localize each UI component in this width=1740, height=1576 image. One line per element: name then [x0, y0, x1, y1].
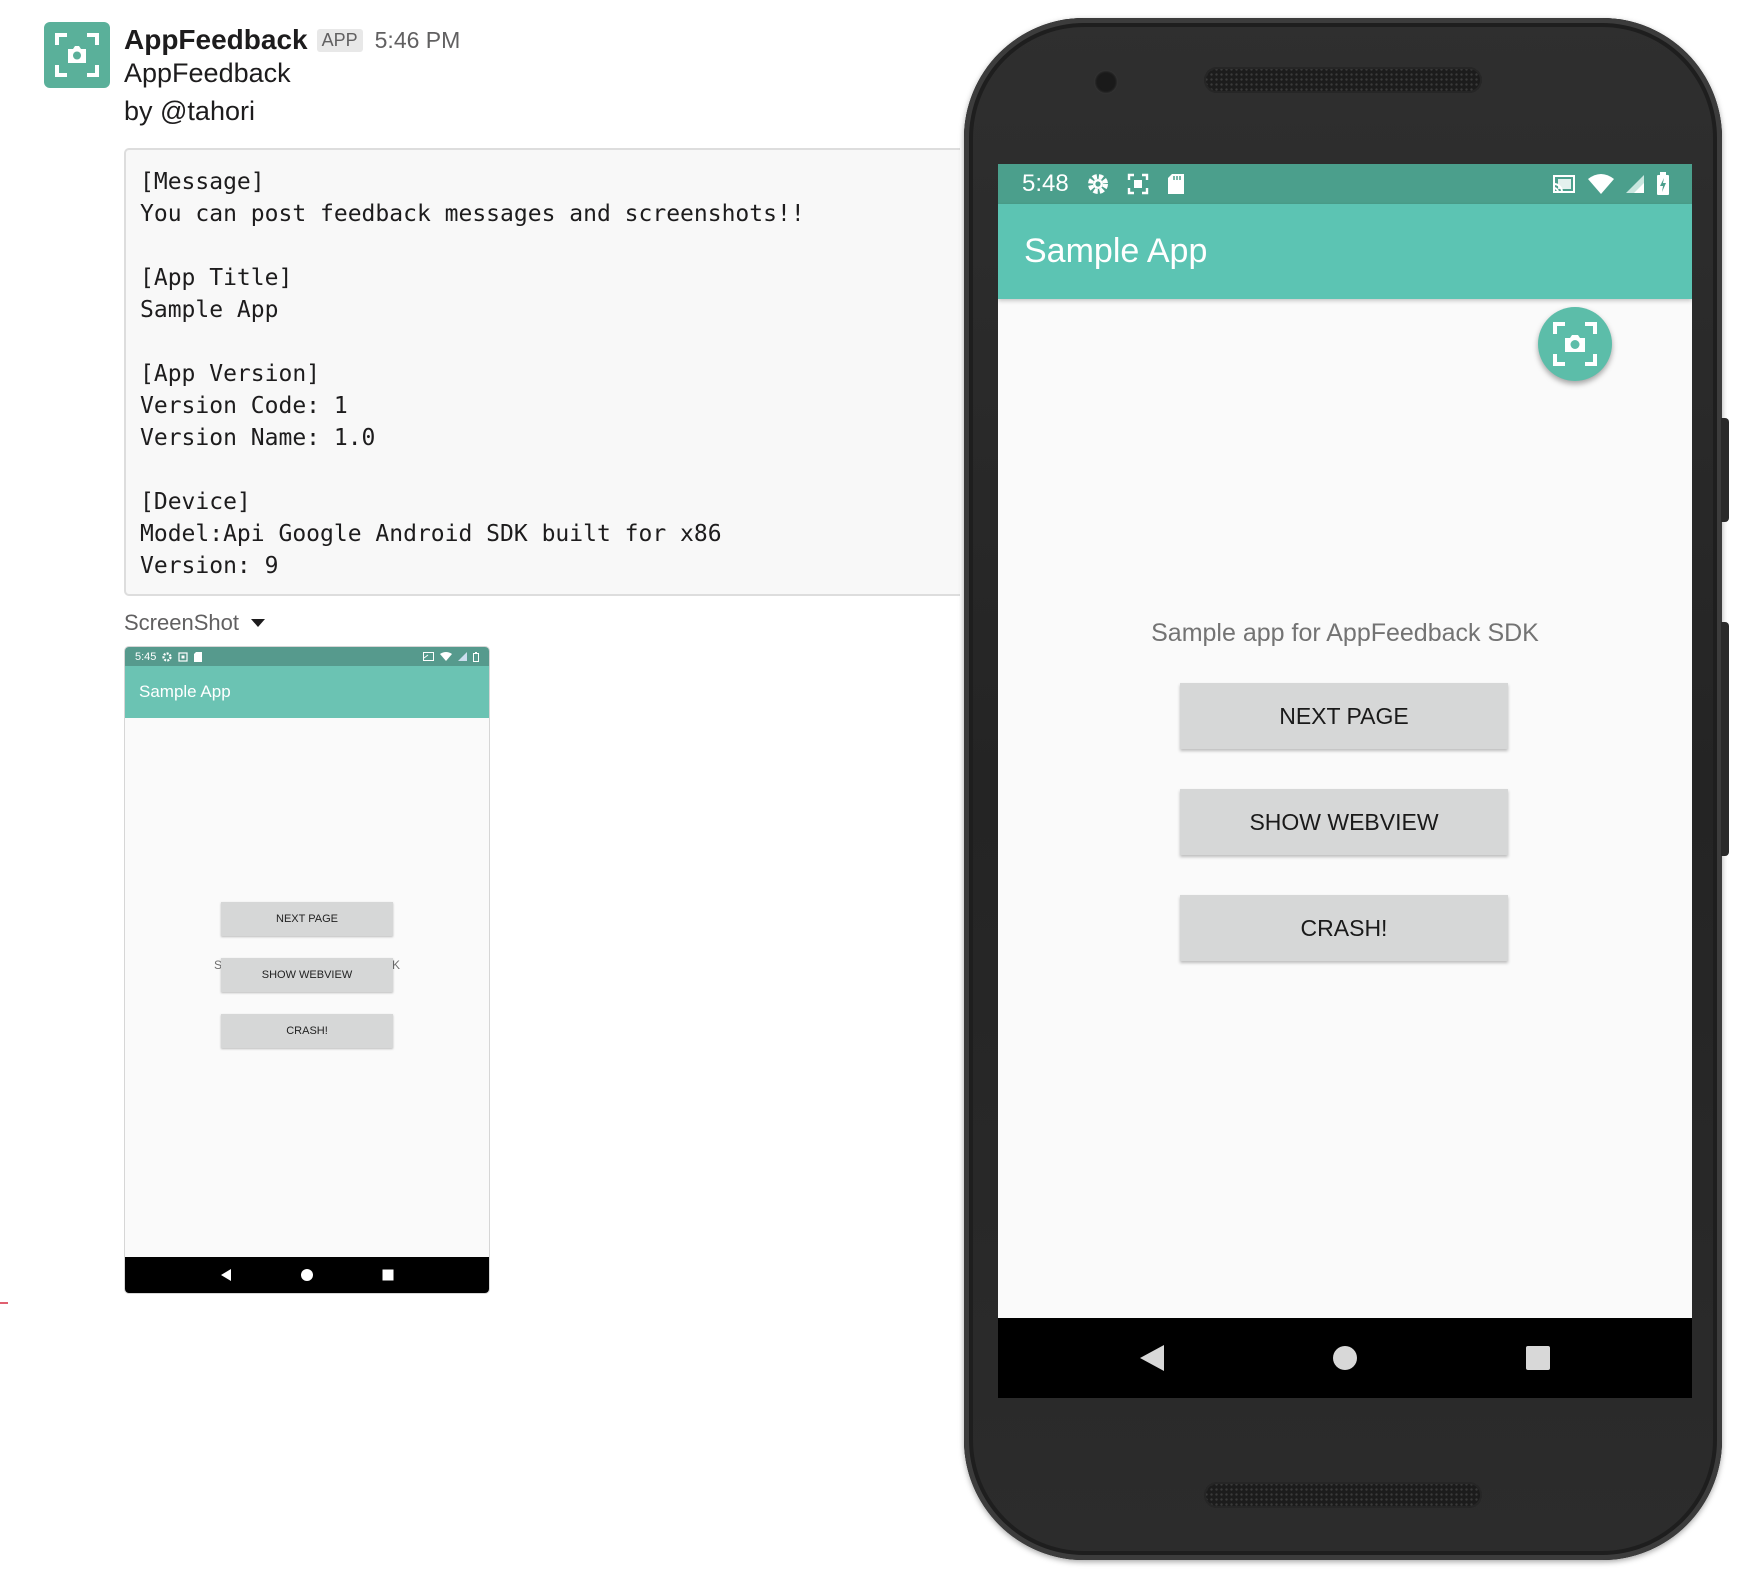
attachment-header[interactable]: ScreenShot	[124, 608, 265, 638]
status-time: 5:48	[1022, 170, 1069, 197]
screenshot-icon	[178, 651, 189, 662]
home-icon[interactable]	[1331, 1344, 1359, 1372]
app-avatar[interactable]	[44, 22, 110, 88]
attachment-title: ScreenShot	[124, 610, 239, 635]
message-header: AppFeedback APP 5:46 PM	[124, 20, 460, 60]
settings-icon	[162, 651, 173, 662]
back-icon	[220, 1269, 231, 1281]
phone-screen: 5:48 Sample App Sample app for AppFeedba…	[998, 164, 1692, 1398]
navigation-bar	[998, 1318, 1692, 1398]
power-button[interactable]	[1721, 418, 1729, 522]
next-page-button[interactable]: NEXT PAGE	[1180, 683, 1508, 749]
thumb-show-webview-button: SHOW WEBVIEW	[221, 958, 393, 992]
thumb-next-page-button: NEXT PAGE	[221, 902, 393, 936]
message-author-line: by @tahori	[124, 96, 255, 126]
battery-icon	[473, 651, 479, 662]
cast-icon	[423, 652, 434, 661]
thumb-app-title: Sample App	[139, 682, 231, 701]
thumb-crash-button: CRASH!	[221, 1014, 393, 1048]
body-text: Sample app for AppFeedback SDK	[1151, 619, 1539, 647]
screenshot-icon	[1127, 173, 1148, 195]
app-content: Sample app for AppFeedback SDK NEXT PAGE…	[998, 299, 1692, 1318]
divider-mark	[0, 1302, 8, 1304]
wifi-icon	[1588, 174, 1614, 194]
app-bar: Sample App	[998, 204, 1692, 299]
message-text-line: AppFeedback	[124, 58, 291, 88]
cast-icon	[1553, 175, 1575, 193]
back-icon[interactable]	[1138, 1343, 1166, 1373]
settings-icon	[1087, 174, 1108, 194]
front-camera	[1094, 70, 1118, 94]
camera-scan-icon	[55, 33, 99, 77]
signal-icon	[1626, 175, 1644, 193]
thumb-status-time: 5:45	[135, 650, 157, 663]
message-timestamp[interactable]: 5:46 PM	[375, 27, 461, 54]
thumb-nav-bar	[125, 1257, 489, 1293]
app-badge: APP	[316, 28, 363, 52]
show-webview-button[interactable]: SHOW WEBVIEW	[1180, 789, 1508, 855]
recents-icon	[382, 1269, 394, 1281]
earpiece-speaker	[1204, 67, 1482, 93]
sender-name[interactable]: AppFeedback	[124, 24, 308, 56]
feedback-code-block: [Message] You can post feedback messages…	[124, 148, 1064, 596]
recents-icon[interactable]	[1524, 1344, 1552, 1372]
thumb-app-bar: Sample App	[125, 666, 489, 718]
wifi-icon	[440, 652, 452, 661]
bottom-speaker	[1204, 1482, 1482, 1508]
crash-button[interactable]: CRASH!	[1180, 895, 1508, 961]
status-bar: 5:48	[998, 164, 1692, 204]
screenshot-thumbnail[interactable]: 5:45 Sample App Sample app for AppFeedba…	[124, 646, 490, 1294]
battery-icon	[1657, 172, 1669, 195]
thumb-status-bar: 5:45	[125, 647, 489, 666]
app-title: Sample App	[1024, 232, 1208, 270]
thumb-content: Sample app for AppFeedback SDK NEXT PAGE…	[125, 718, 489, 1259]
camera-scan-icon	[1553, 322, 1597, 366]
home-icon	[300, 1269, 313, 1281]
caret-down-icon[interactable]	[250, 619, 265, 627]
sd-card-icon	[194, 651, 203, 662]
signal-icon	[458, 652, 467, 661]
sd-card-icon	[1167, 174, 1184, 194]
feedback-camera-fab[interactable]	[1538, 307, 1612, 381]
volume-button[interactable]	[1721, 622, 1729, 856]
